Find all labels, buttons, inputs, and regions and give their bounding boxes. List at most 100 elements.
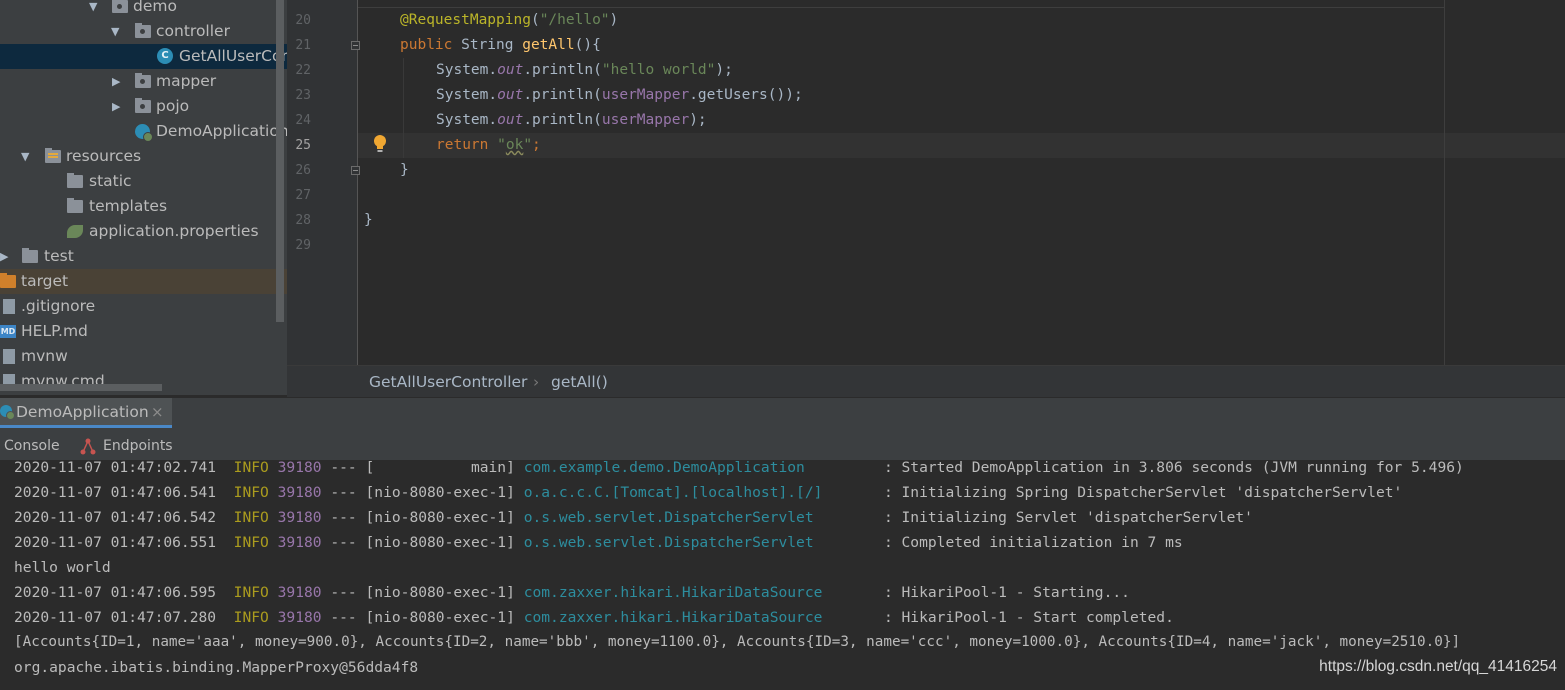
tree-item-templates[interactable]: templates: [0, 194, 287, 219]
package-folder-icon: [135, 98, 151, 113]
log-thread: [nio-8080-exec-1]: [365, 509, 515, 526]
console-line: 2020-11-07 01:47:06.551 INFO 39180 --- […: [14, 530, 1183, 555]
log-message: : HikariPool-1 - Start completed.: [883, 609, 1174, 626]
tree-horizontal-scrollbar[interactable]: [0, 384, 162, 391]
expand-arrow-icon[interactable]: ▶: [112, 94, 120, 119]
tree-item-demoapplication[interactable]: DemoApplication: [0, 119, 287, 144]
fold-marker-icon[interactable]: [351, 166, 360, 175]
log-level: INFO: [233, 509, 269, 526]
method-name-token: getAll: [522, 37, 575, 53]
expand-arrow-icon[interactable]: ▶: [0, 244, 8, 269]
log-logger[interactable]: com.example.demo.DemoApplication: [524, 459, 875, 476]
tree-item-label: pojo: [156, 97, 190, 115]
brace-token: }: [400, 162, 409, 178]
tree-item-target[interactable]: target: [0, 269, 287, 294]
file-icon: [3, 349, 15, 364]
code-line-28: }: [364, 208, 373, 233]
line-number: 27: [295, 188, 311, 203]
folder-icon: [67, 173, 83, 188]
code-line-24: System.out.println(userMapper);: [436, 108, 707, 133]
tree-item-getallusercontroller[interactable]: C GetAllUserCon: [0, 44, 287, 69]
fold-marker-icon[interactable]: [351, 41, 360, 50]
keyword-token: return: [436, 137, 498, 153]
type-token: String: [461, 37, 523, 53]
line-number: 22: [295, 63, 311, 78]
log-separator: ---: [330, 484, 357, 501]
log-separator: ---: [330, 584, 357, 601]
log-timestamp: 2020-11-07 01:47:06.542: [14, 509, 217, 526]
method-token: .println(: [523, 87, 602, 103]
log-timestamp: 2020-11-07 01:47:06.551: [14, 534, 217, 551]
log-level: INFO: [233, 459, 269, 476]
log-message: : Initializing Spring DispatcherServlet …: [883, 484, 1403, 501]
console-text: [Accounts{ID=1, name='aaa', money=900.0}…: [14, 634, 1461, 650]
log-timestamp: 2020-11-07 01:47:06.595: [14, 584, 217, 601]
log-pid: 39180: [277, 484, 322, 501]
field-token: userMapper: [601, 112, 690, 128]
endpoints-icon: [80, 438, 96, 455]
tree-item-test[interactable]: ▶ test: [0, 244, 287, 269]
log-timestamp: 2020-11-07 01:47:02.741: [14, 459, 217, 476]
expand-arrow-icon[interactable]: ▼: [21, 144, 29, 169]
expand-arrow-icon[interactable]: ▼: [111, 19, 119, 44]
tree-vertical-scrollbar[interactable]: [276, 0, 284, 322]
tree-item-mapper[interactable]: ▶ mapper: [0, 69, 287, 94]
breadcrumb-method[interactable]: getAll(): [551, 366, 608, 398]
line-number: 25: [295, 138, 311, 153]
log-level: INFO: [233, 584, 269, 601]
expand-arrow-icon[interactable]: ▶: [112, 69, 120, 94]
static-field-token: out: [497, 87, 524, 103]
tree-item-mvnw[interactable]: mvnw: [0, 344, 287, 369]
tree-item-label: target: [21, 272, 69, 290]
string-token: ok: [505, 137, 524, 153]
log-separator: ---: [330, 459, 357, 476]
static-field-token: out: [497, 112, 524, 128]
package-folder-icon: [135, 73, 151, 88]
java-class-icon: C: [157, 48, 173, 64]
log-logger[interactable]: o.s.web.servlet.DispatcherServlet: [524, 509, 875, 526]
log-thread: [ main]: [365, 459, 515, 476]
tree-item-help-md[interactable]: MD HELP.md: [0, 319, 287, 344]
file-icon: [3, 299, 15, 314]
breadcrumb-separator: ›: [533, 373, 540, 391]
class-token: System.: [436, 87, 498, 103]
code-line-21: public String getAll(){: [400, 33, 601, 58]
run-tab-demoapplication[interactable]: DemoApplication ×: [0, 398, 172, 428]
code-line-23: System.out.println(userMapper.getUsers()…: [436, 83, 803, 108]
console-line: hello world: [14, 555, 111, 580]
tree-item-label: HELP.md: [21, 322, 88, 340]
log-pid: 39180: [277, 584, 322, 601]
excluded-folder-icon: [0, 273, 16, 288]
tree-item-demo[interactable]: ▼ demo: [0, 0, 287, 19]
tree-item-application-properties[interactable]: application.properties: [0, 219, 287, 244]
tree-item-static[interactable]: static: [0, 169, 287, 194]
log-logger[interactable]: com.zaxxer.hikari.HikariDataSource: [524, 584, 875, 601]
line-number: 29: [295, 238, 311, 253]
log-logger[interactable]: o.a.c.c.C.[Tomcat].[localhost].[/]: [524, 484, 875, 501]
expand-arrow-icon[interactable]: ▼: [89, 0, 97, 19]
log-message: : Initializing Servlet 'dispatcherServle…: [883, 509, 1253, 526]
folder-icon: [22, 248, 38, 263]
punct-token: ;: [532, 137, 541, 153]
class-token: System.: [436, 112, 498, 128]
tree-item-gitignore[interactable]: .gitignore: [0, 294, 287, 319]
editor-right-margin: [1444, 0, 1445, 365]
lightbulb-icon[interactable]: [372, 134, 388, 154]
log-logger[interactable]: o.s.web.servlet.DispatcherServlet: [524, 534, 875, 551]
tree-item-pojo[interactable]: ▶ pojo: [0, 94, 287, 119]
method-token: .getUsers());: [689, 87, 803, 103]
tree-item-resources[interactable]: ▼ resources: [0, 144, 287, 169]
close-icon[interactable]: ×: [151, 398, 164, 426]
string-token: ": [497, 137, 506, 153]
code-line-26: }: [400, 158, 409, 183]
tree-item-controller[interactable]: ▼ controller: [0, 19, 287, 44]
tree-item-label: templates: [89, 197, 168, 215]
tree-item-label: controller: [156, 22, 230, 40]
log-logger[interactable]: com.zaxxer.hikari.HikariDataSource: [524, 609, 875, 626]
breadcrumb-class[interactable]: GetAllUserController: [369, 366, 527, 398]
run-tab-label: DemoApplication: [16, 403, 149, 421]
folder-icon: [67, 198, 83, 213]
log-separator: ---: [330, 609, 357, 626]
log-pid: 39180: [277, 459, 322, 476]
field-token: userMapper: [601, 87, 690, 103]
